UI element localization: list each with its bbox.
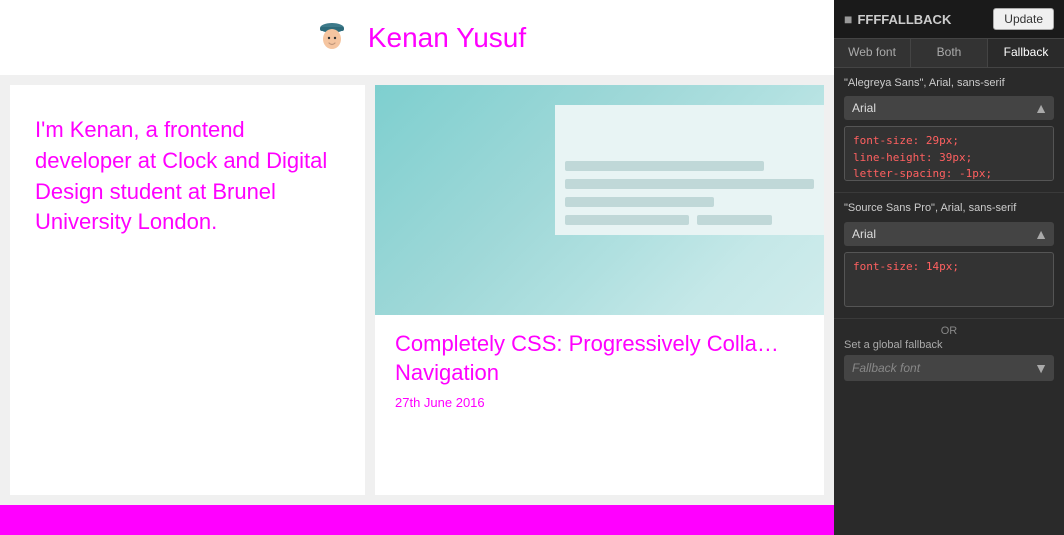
bottom-bar: [0, 505, 834, 535]
font-select-1[interactable]: Arial: [844, 96, 1028, 120]
right-panel: ■ FFFFALLBACK Update Web font Both Fallb…: [834, 0, 1064, 535]
site-title: Kenan Yusuf: [368, 22, 526, 54]
panel-tabs: Web font Both Fallback: [834, 39, 1064, 68]
tab-both[interactable]: Both: [911, 39, 988, 67]
font-family-label-1: "Alegreya Sans", Arial, sans-serif: [844, 76, 1054, 90]
cards-area: I'm Kenan, a frontend developer at Clock…: [0, 75, 834, 505]
tab-web-font[interactable]: Web font: [834, 39, 911, 67]
or-separator: OR: [834, 319, 1064, 339]
placeholder-bar-3: [565, 197, 715, 207]
fallback-font-select[interactable]: Fallback font: [844, 355, 1028, 381]
intro-text: I'm Kenan, a frontend developer at Clock…: [35, 115, 340, 238]
blog-info: Completely CSS: Progressively Colla… Nav…: [375, 315, 824, 425]
update-button[interactable]: Update: [993, 8, 1054, 30]
tab-fallback[interactable]: Fallback: [988, 39, 1064, 67]
placeholder-bar-2: [565, 179, 814, 189]
global-fallback-label: Set a global fallback: [834, 339, 1064, 355]
blog-date: 27th June 2016: [395, 395, 804, 410]
placeholder-bar-1: [565, 161, 765, 171]
panel-header: ■ FFFFALLBACK Update: [834, 0, 1064, 39]
placeholder-bar-5: [697, 215, 772, 225]
panel-title: ■ FFFFALLBACK: [844, 11, 951, 27]
fallback-select-arrow: ▼: [1028, 360, 1054, 376]
placeholder-bar-4: [565, 215, 690, 225]
panel-icon: ■: [844, 11, 852, 27]
font-select-arrow-2: ▲: [1028, 226, 1054, 242]
intro-card: I'm Kenan, a frontend developer at Clock…: [10, 85, 365, 495]
main-content: Kenan Yusuf I'm Kenan, a frontend develo…: [0, 0, 834, 535]
avatar: [308, 14, 356, 62]
font-css-editor-2[interactable]: [844, 252, 1054, 307]
panel-title-text: FFFFALLBACK: [857, 12, 951, 27]
fallback-select-row[interactable]: Fallback font ▼: [844, 355, 1054, 381]
blog-preview-inner: [555, 105, 824, 235]
font-select-row-2[interactable]: Arial ▲: [844, 222, 1054, 246]
font-css-editor-1[interactable]: [844, 126, 1054, 181]
font-select-arrow-1: ▲: [1028, 100, 1054, 116]
font-entry-2: "Source Sans Pro", Arial, sans-serif Ari…: [834, 193, 1064, 318]
font-select-2[interactable]: Arial: [844, 222, 1028, 246]
font-select-row-1[interactable]: Arial ▲: [844, 96, 1054, 120]
blog-card: Completely CSS: Progressively Colla… Nav…: [375, 85, 824, 495]
site-header: Kenan Yusuf: [0, 0, 834, 75]
blog-title: Completely CSS: Progressively Colla… Nav…: [395, 330, 804, 387]
font-family-label-2: "Source Sans Pro", Arial, sans-serif: [844, 201, 1054, 215]
font-entry-1: "Alegreya Sans", Arial, sans-serif Arial…: [834, 68, 1064, 193]
blog-preview-image: [375, 85, 824, 315]
